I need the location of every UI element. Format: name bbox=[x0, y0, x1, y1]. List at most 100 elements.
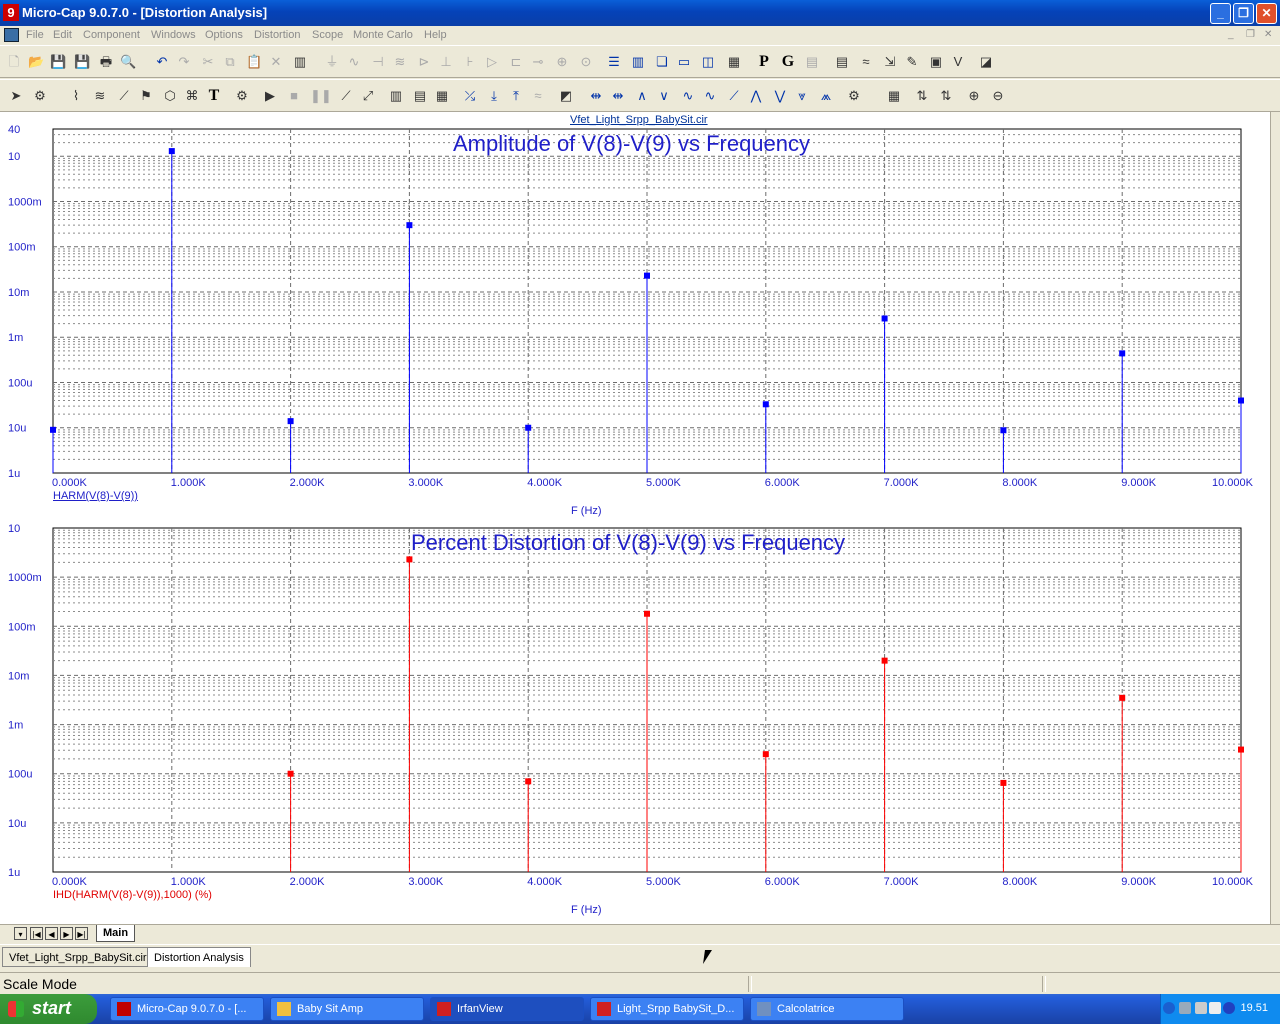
pause-icon[interactable]: ❚❚ bbox=[310, 88, 332, 104]
stop-icon[interactable]: ■ bbox=[286, 88, 302, 104]
window-icon[interactable]: ▭ bbox=[676, 54, 692, 70]
battery-icon[interactable]: ⊥ bbox=[438, 54, 454, 70]
properties-icon[interactable]: ▤ bbox=[834, 54, 850, 70]
switch-icon[interactable]: ⊸ bbox=[530, 54, 546, 70]
doc-tab-distortion-analysis[interactable]: Distortion Analysis bbox=[147, 947, 251, 967]
global-high-icon[interactable]: ⋁ bbox=[772, 88, 788, 104]
inductor-icon[interactable]: ≋ bbox=[392, 54, 408, 70]
printer-icon[interactable] bbox=[1209, 1002, 1221, 1014]
table-icon[interactable]: ▤ bbox=[804, 54, 820, 70]
amplitude-plot[interactable]: 40 10 1000m 100m 10m 1m 100u 10u 1u 0.000K 1.000K 2… bbox=[0, 112, 1270, 532]
top-icon[interactable]: ⩕ bbox=[818, 88, 834, 104]
mdi-minimize-icon[interactable]: _ bbox=[1228, 29, 1234, 40]
cut-icon[interactable]: ✂ bbox=[200, 54, 216, 70]
peak-icon[interactable]: ⤓ bbox=[486, 88, 502, 104]
run-icon[interactable]: ▶ bbox=[262, 88, 278, 104]
scale-line-icon[interactable]: ⤢ bbox=[360, 88, 376, 104]
split-window-icon[interactable]: ◫ bbox=[700, 54, 716, 70]
wire-icon[interactable]: ⌇ bbox=[68, 88, 84, 104]
diag-wire-icon[interactable]: ⟋ bbox=[116, 88, 132, 104]
dropdown-arrow-icon[interactable]: ▾ bbox=[14, 927, 27, 940]
cursor-icon[interactable]: ⤰ bbox=[462, 88, 478, 104]
taskbar-button-image[interactable]: Light_Srpp BabySit_D... bbox=[590, 997, 744, 1021]
grid-horizontal-icon[interactable]: ▤ bbox=[412, 88, 428, 104]
p-key-icon[interactable]: P bbox=[756, 54, 772, 70]
transistor-icon[interactable]: ⊦ bbox=[462, 54, 478, 70]
undo-icon[interactable]: ↶ bbox=[154, 54, 170, 70]
waveform-icon[interactable]: ≈ bbox=[858, 54, 874, 70]
component-icon[interactable]: ▥ bbox=[292, 54, 308, 70]
taskbar-button-microcap[interactable]: Micro-Cap 9.0.7.0 - [... bbox=[110, 997, 264, 1021]
taskbar-button-folder[interactable]: Baby Sit Amp bbox=[270, 997, 424, 1021]
opamp-icon[interactable]: ▷ bbox=[484, 54, 500, 70]
next-sheet-icon[interactable]: ▶ bbox=[60, 927, 73, 940]
monitor-icon[interactable] bbox=[1195, 1002, 1207, 1014]
minimize-icon[interactable]: _ bbox=[1210, 3, 1231, 24]
analysis-limits-icon[interactable]: ▣ bbox=[928, 54, 944, 70]
menu-component[interactable]: Component bbox=[83, 29, 140, 41]
network-icon[interactable] bbox=[1179, 1002, 1191, 1014]
doc-tab-circuit[interactable]: Vfet_Light_Srpp_BabySit.cir bbox=[2, 947, 154, 967]
paste-icon[interactable]: 📋 bbox=[246, 54, 262, 70]
bluetooth-icon[interactable] bbox=[1223, 1002, 1235, 1014]
last-sheet-icon[interactable]: ▶| bbox=[75, 927, 88, 940]
prev-point-icon[interactable]: ⇹ bbox=[610, 88, 626, 104]
marker-icon[interactable]: ✎ bbox=[904, 54, 920, 70]
graphics-icon[interactable]: ⬡ bbox=[162, 88, 178, 104]
resistor-icon[interactable]: ∿ bbox=[346, 54, 362, 70]
node-icon[interactable]: ⊙ bbox=[578, 54, 594, 70]
valley-icon[interactable]: ⤒ bbox=[508, 88, 524, 104]
grid-vertical-icon[interactable]: ▥ bbox=[388, 88, 404, 104]
taskbar-button-calculator[interactable]: Calcolatrice bbox=[750, 997, 904, 1021]
text-tool-icon[interactable]: T bbox=[206, 88, 222, 104]
menu-windows[interactable]: Windows bbox=[151, 29, 196, 41]
menu-distortion[interactable]: Distortion bbox=[254, 29, 300, 41]
label-tagged-icon[interactable]: ⇅ bbox=[938, 88, 954, 104]
menu-edit[interactable]: Edit bbox=[53, 29, 72, 41]
tile-horizontal-icon[interactable]: ☰ bbox=[606, 54, 622, 70]
global-low-icon[interactable]: ⩔ bbox=[794, 88, 810, 104]
tile-vertical-icon[interactable]: ▥ bbox=[630, 54, 646, 70]
bus-icon[interactable]: ≋ bbox=[92, 88, 108, 104]
title-bar[interactable]: 9 Micro-Cap 9.0.7.0 - [Distortion Analys… bbox=[0, 0, 1280, 26]
amplitude-expression[interactable]: HARM(V(8)-V(9)) bbox=[53, 490, 138, 502]
peak-find-icon[interactable]: ∧ bbox=[634, 88, 650, 104]
inflection-icon[interactable]: ⋀ bbox=[748, 88, 764, 104]
redo-icon[interactable]: ↷ bbox=[176, 54, 192, 70]
info-icon[interactable]: ⌘ bbox=[184, 88, 200, 104]
slope-icon[interactable]: ⟋ bbox=[726, 88, 742, 104]
zoom-out-icon[interactable]: ⊖ bbox=[990, 88, 1006, 104]
mdi-restore-icon[interactable]: ❐ bbox=[1246, 29, 1255, 40]
restore-icon[interactable]: ❐ bbox=[1233, 3, 1254, 24]
zoom-in-icon[interactable]: ⊕ bbox=[966, 88, 982, 104]
plot-area[interactable]: Vfet_Light_Srpp_BabySit.cir 40 10 1000m 100… bbox=[0, 112, 1270, 924]
next-point-icon[interactable]: ⇹ bbox=[588, 88, 604, 104]
cascade-icon[interactable]: ❏ bbox=[654, 54, 670, 70]
calculator-icon[interactable]: ▦ bbox=[726, 54, 742, 70]
close-icon[interactable]: ✕ bbox=[1256, 3, 1277, 24]
animate-icon[interactable]: ◩ bbox=[558, 88, 574, 104]
probe-icon[interactable]: ⊕ bbox=[554, 54, 570, 70]
run-options-icon[interactable]: ⚙ bbox=[234, 88, 250, 104]
menu-file[interactable]: File bbox=[26, 29, 44, 41]
save-all-icon[interactable]: 💾 bbox=[74, 54, 90, 70]
prev-sheet-icon[interactable]: ◀ bbox=[45, 927, 58, 940]
mdi-close-icon[interactable]: ✕ bbox=[1264, 29, 1272, 40]
stepping-icon[interactable]: ⇲ bbox=[882, 54, 898, 70]
numeric-output-icon[interactable]: ▦ bbox=[886, 88, 902, 104]
print-preview-icon[interactable]: 🔍 bbox=[120, 54, 136, 70]
taskbar-button-irfanview[interactable]: IrfanView bbox=[430, 997, 584, 1021]
component-mode-icon[interactable]: ⚙ bbox=[32, 88, 48, 104]
start-button[interactable]: start bbox=[0, 994, 97, 1024]
app-icon[interactable]: 9 bbox=[3, 4, 19, 21]
menu-options[interactable]: Options bbox=[205, 29, 243, 41]
menu-scope[interactable]: Scope bbox=[312, 29, 343, 41]
smooth-icon[interactable]: ≈ bbox=[530, 88, 546, 104]
g-key-icon[interactable]: G bbox=[780, 54, 796, 70]
source-icon[interactable]: ⊏ bbox=[508, 54, 524, 70]
high-icon[interactable]: ∿ bbox=[680, 88, 696, 104]
delete-icon[interactable]: ✕ bbox=[268, 54, 284, 70]
save-icon[interactable]: 💾 bbox=[50, 54, 66, 70]
capacitor-icon[interactable]: ⊣ bbox=[370, 54, 386, 70]
distortion-plot[interactable]: 10 1000m 100m 10m 1m 100u 10u 1u 0.000K 1.000K 2.0… bbox=[0, 512, 1270, 924]
